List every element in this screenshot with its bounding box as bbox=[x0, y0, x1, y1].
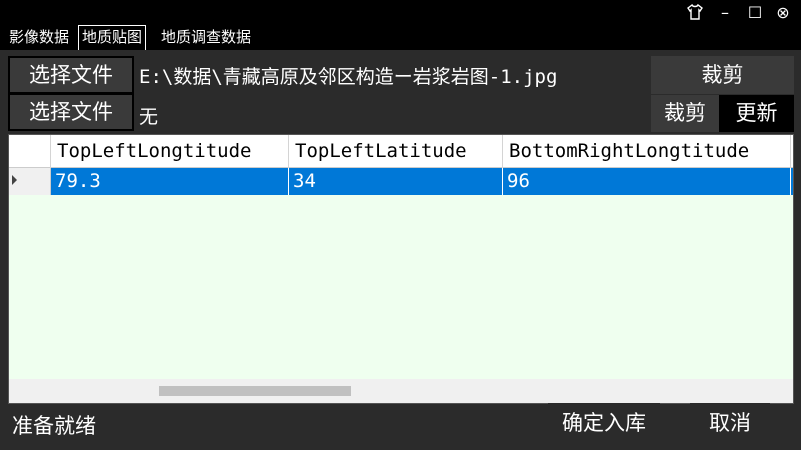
title-bar: – ☐ ⊗ bbox=[0, 0, 801, 26]
column-header[interactable]: TopLeftLatitude bbox=[289, 135, 503, 168]
crop-button[interactable]: 裁剪 bbox=[651, 95, 719, 132]
geology-map-panel: 选择文件 E:\数据\青藏高原及邻区构造ー岩浆岩图-1.jpg 选择文件 无 裁… bbox=[0, 50, 801, 450]
status-text: 准备就绪 bbox=[12, 414, 96, 438]
tab-geology-survey-data[interactable]: 地质调查数据 bbox=[158, 25, 254, 49]
minimize-button[interactable]: – bbox=[714, 3, 736, 23]
select-file-button-1[interactable]: 选择文件 bbox=[8, 56, 134, 94]
file-path-1: E:\数据\青藏高原及邻区构造ー岩浆岩图-1.jpg bbox=[139, 66, 558, 88]
scrollbar-thumb[interactable] bbox=[159, 386, 351, 396]
row-header-corner bbox=[9, 135, 51, 168]
select-file-button-2[interactable]: 选择文件 bbox=[8, 93, 134, 131]
close-button[interactable]: ⊗ bbox=[772, 3, 794, 23]
tab-image-data[interactable]: 影像数据 bbox=[6, 25, 72, 49]
maximize-button[interactable]: ☐ bbox=[744, 3, 766, 23]
table-cell[interactable]: 79.3 bbox=[51, 168, 289, 195]
tab-geology-map[interactable]: 地质贴图 bbox=[78, 25, 147, 50]
shirt-icon[interactable] bbox=[684, 3, 706, 23]
confirm-import-button[interactable]: 确定入库 bbox=[548, 403, 660, 443]
current-row-arrow-icon bbox=[12, 175, 17, 185]
cancel-button[interactable]: 取消 bbox=[690, 403, 770, 443]
column-header[interactable]: TopLeftLongtitude bbox=[51, 135, 289, 168]
coordinate-grid[interactable]: TopLeftLongtitude TopLeftLatitude Bottom… bbox=[8, 134, 794, 404]
tab-strip: 影像数据 地质贴图 地质调查数据 bbox=[0, 25, 801, 50]
horizontal-scrollbar[interactable] bbox=[9, 379, 793, 403]
grid-header: TopLeftLongtitude TopLeftLatitude Bottom… bbox=[9, 135, 793, 168]
update-button[interactable]: 更新 bbox=[719, 95, 794, 132]
file-path-2: 无 bbox=[139, 106, 159, 128]
crop-button-top[interactable]: 裁剪 bbox=[651, 56, 794, 94]
table-cell[interactable]: 96 bbox=[503, 168, 791, 195]
table-cell[interactable]: 34 bbox=[289, 168, 503, 195]
column-header[interactable]: BottomRightLongtitude bbox=[503, 135, 791, 168]
row-header[interactable] bbox=[9, 168, 51, 195]
